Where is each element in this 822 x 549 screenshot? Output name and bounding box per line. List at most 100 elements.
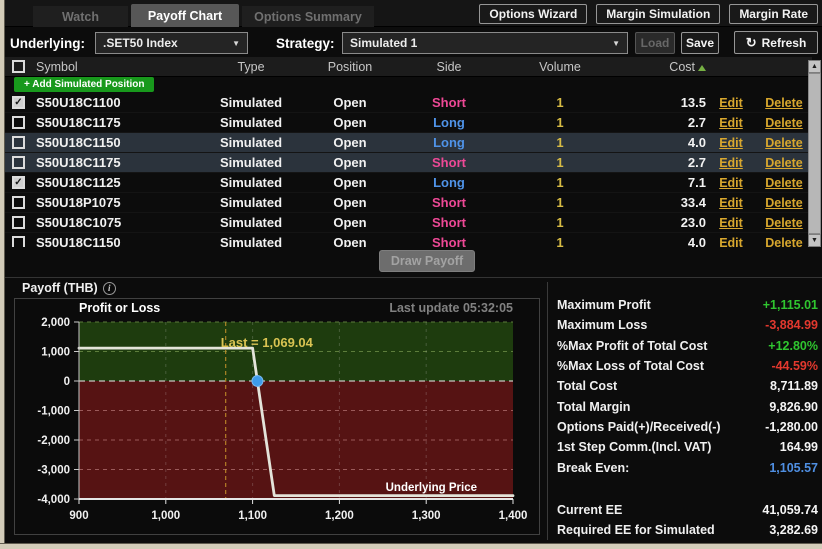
volume-cell: 1 [500,115,620,130]
refresh-button[interactable]: ↻ Refresh [734,31,818,54]
delete-link[interactable]: Delete [756,156,812,170]
tab-payoff-chart[interactable]: Payoff Chart [131,4,239,27]
table-header: SymbolTypePositionSideVolumeCost [0,57,812,77]
column-header-type[interactable]: Type [200,60,302,74]
scroll-up-icon[interactable]: ▲ [808,60,821,73]
delete-link[interactable]: Delete [756,116,812,130]
add-simulated-position-button[interactable]: + Add Simulated Position [14,77,154,92]
column-header-symbol[interactable]: Symbol [36,60,200,74]
side-cell: Long [398,175,500,190]
table-row[interactable]: S50U18C1075SimulatedOpenShort123.0EditDe… [0,213,812,233]
tab-options-summary[interactable]: Options Summary [242,6,374,27]
edit-link[interactable]: Edit [706,116,756,130]
tab-watch[interactable]: Watch [33,6,128,27]
info-icon[interactable]: i [103,282,116,295]
stat-row: Total Margin9,826.90 [557,396,818,416]
edit-link[interactable]: Edit [706,216,756,230]
row-checkbox[interactable] [12,116,25,129]
underlying-select[interactable]: .SET50 Index ▼ [95,32,248,54]
row-checkbox[interactable]: ✓ [12,96,25,109]
symbol-cell: S50U18C1150 [36,235,200,247]
max-profit-of-total-cost-value: +12.80% [768,339,818,353]
delete-link[interactable]: Delete [756,96,812,110]
table-row[interactable]: S50U18C1150SimulatedOpenShort14.0EditDel… [0,233,812,247]
tab-strip: WatchPayoff ChartOptions Summary [33,0,377,27]
row-checkbox[interactable] [12,196,25,209]
symbol-cell: S50U18C1075 [36,215,200,230]
position-cell: Open [302,135,398,150]
load-button[interactable]: Load [635,32,675,54]
stat-row: Total Cost8,711.89 [557,376,818,396]
table-row[interactable]: ✓S50U18C1125SimulatedOpenLong17.1EditDel… [0,173,812,193]
row-checkbox[interactable] [12,236,25,247]
refresh-icon: ↻ [746,35,757,51]
edit-link[interactable]: Edit [706,156,756,170]
symbol-cell: S50U18C1100 [36,95,200,110]
edit-link[interactable]: Edit [706,136,756,150]
row-checkbox[interactable]: ✓ [12,176,25,189]
side-cell: Long [398,135,500,150]
symbol-cell: S50U18C1175 [36,115,200,130]
stat-row: Maximum Loss -3,884.99 [557,315,818,335]
maximum-profit-value: +1,115.01 [763,298,818,312]
scrollbar-thumb[interactable] [808,73,821,234]
table-row[interactable]: S50U18C1150SimulatedOpenLong14.0EditDele… [0,133,812,153]
strategy-select[interactable]: Simulated 1 ▼ [342,32,628,54]
top-button-group: Options Wizard Margin Simulation Margin Ra… [479,4,818,24]
edit-link[interactable]: Edit [706,176,756,190]
window-frame-bottom [0,543,822,549]
column-header-position[interactable]: Position [302,60,398,74]
scroll-down-icon[interactable]: ▼ [808,234,821,247]
type-cell: Simulated [200,215,302,230]
delete-link[interactable]: Delete [756,216,812,230]
options-wizard-button[interactable]: Options Wizard [479,4,587,24]
cost-cell: 4.0 [620,235,706,247]
margin-rate-button[interactable]: Margin Rate [729,4,818,24]
edit-link[interactable]: Edit [706,96,756,110]
total-cost-value: 8,711.89 [770,379,818,393]
side-cell: Short [398,155,500,170]
x-tick-label: 1,300 [412,510,441,522]
position-cell: Open [302,175,398,190]
y-tick-label: -1,000 [37,406,70,418]
table-row[interactable]: S50U18C1175SimulatedOpenLong12.7EditDele… [0,113,812,133]
volume-cell: 1 [500,95,620,110]
column-header-volume[interactable]: Volume [500,60,620,74]
table-scrollbar[interactable]: ▲ ▼ [808,60,821,247]
symbol-cell: S50U18P1075 [36,195,200,210]
save-button[interactable]: Save [681,32,719,54]
column-header-side[interactable]: Side [398,60,500,74]
table-row[interactable]: S50U18C1175SimulatedOpenShort12.7EditDel… [0,153,812,173]
refresh-label: Refresh [762,36,807,50]
volume-cell: 1 [500,175,620,190]
tab-bar: WatchPayoff ChartOptions Summary Options… [5,0,822,27]
draw-payoff-button[interactable]: Draw Payoff [379,250,475,272]
volume-cell: 1 [500,195,620,210]
row-checkbox[interactable] [12,156,25,169]
required-ee-for-simulated-value: 3,282.69 [769,523,818,537]
column-header-cost[interactable]: Cost [620,60,706,74]
table-row[interactable]: S50U18P1075SimulatedOpenShort133.4EditDe… [0,193,812,213]
strategy-value: Simulated 1 [350,36,417,50]
delete-link[interactable]: Delete [756,136,812,150]
select-all-checkbox[interactable] [12,60,25,73]
position-cell: Open [302,195,398,210]
row-checkbox[interactable] [12,216,25,229]
table-row[interactable]: ✓S50U18C1100SimulatedOpenShort113.5EditD… [0,93,812,113]
delete-link[interactable]: Delete [756,176,812,190]
edit-link[interactable]: Edit [706,196,756,210]
payoff-chart-panel: 2,0001,0000-1,000-2,000-3,000-4,0009001,… [14,298,540,535]
maximum-loss-value: -3,884.99 [765,318,818,332]
position-cell: Open [302,155,398,170]
y-tick-label: 1,000 [41,347,70,359]
maximum-loss-label: Maximum Loss [557,318,647,332]
delete-link[interactable]: Delete [756,196,812,210]
y-tick-label: -3,000 [37,465,70,477]
current-ee-value: 41,059.74 [762,503,818,517]
delete-link[interactable]: Delete [756,236,812,248]
volume-cell: 1 [500,235,620,247]
row-checkbox[interactable] [12,136,25,149]
margin-simulation-button[interactable]: Margin Simulation [596,4,720,24]
edit-link[interactable]: Edit [706,236,756,248]
stat-row: Current EE41,059.74 [557,500,818,520]
